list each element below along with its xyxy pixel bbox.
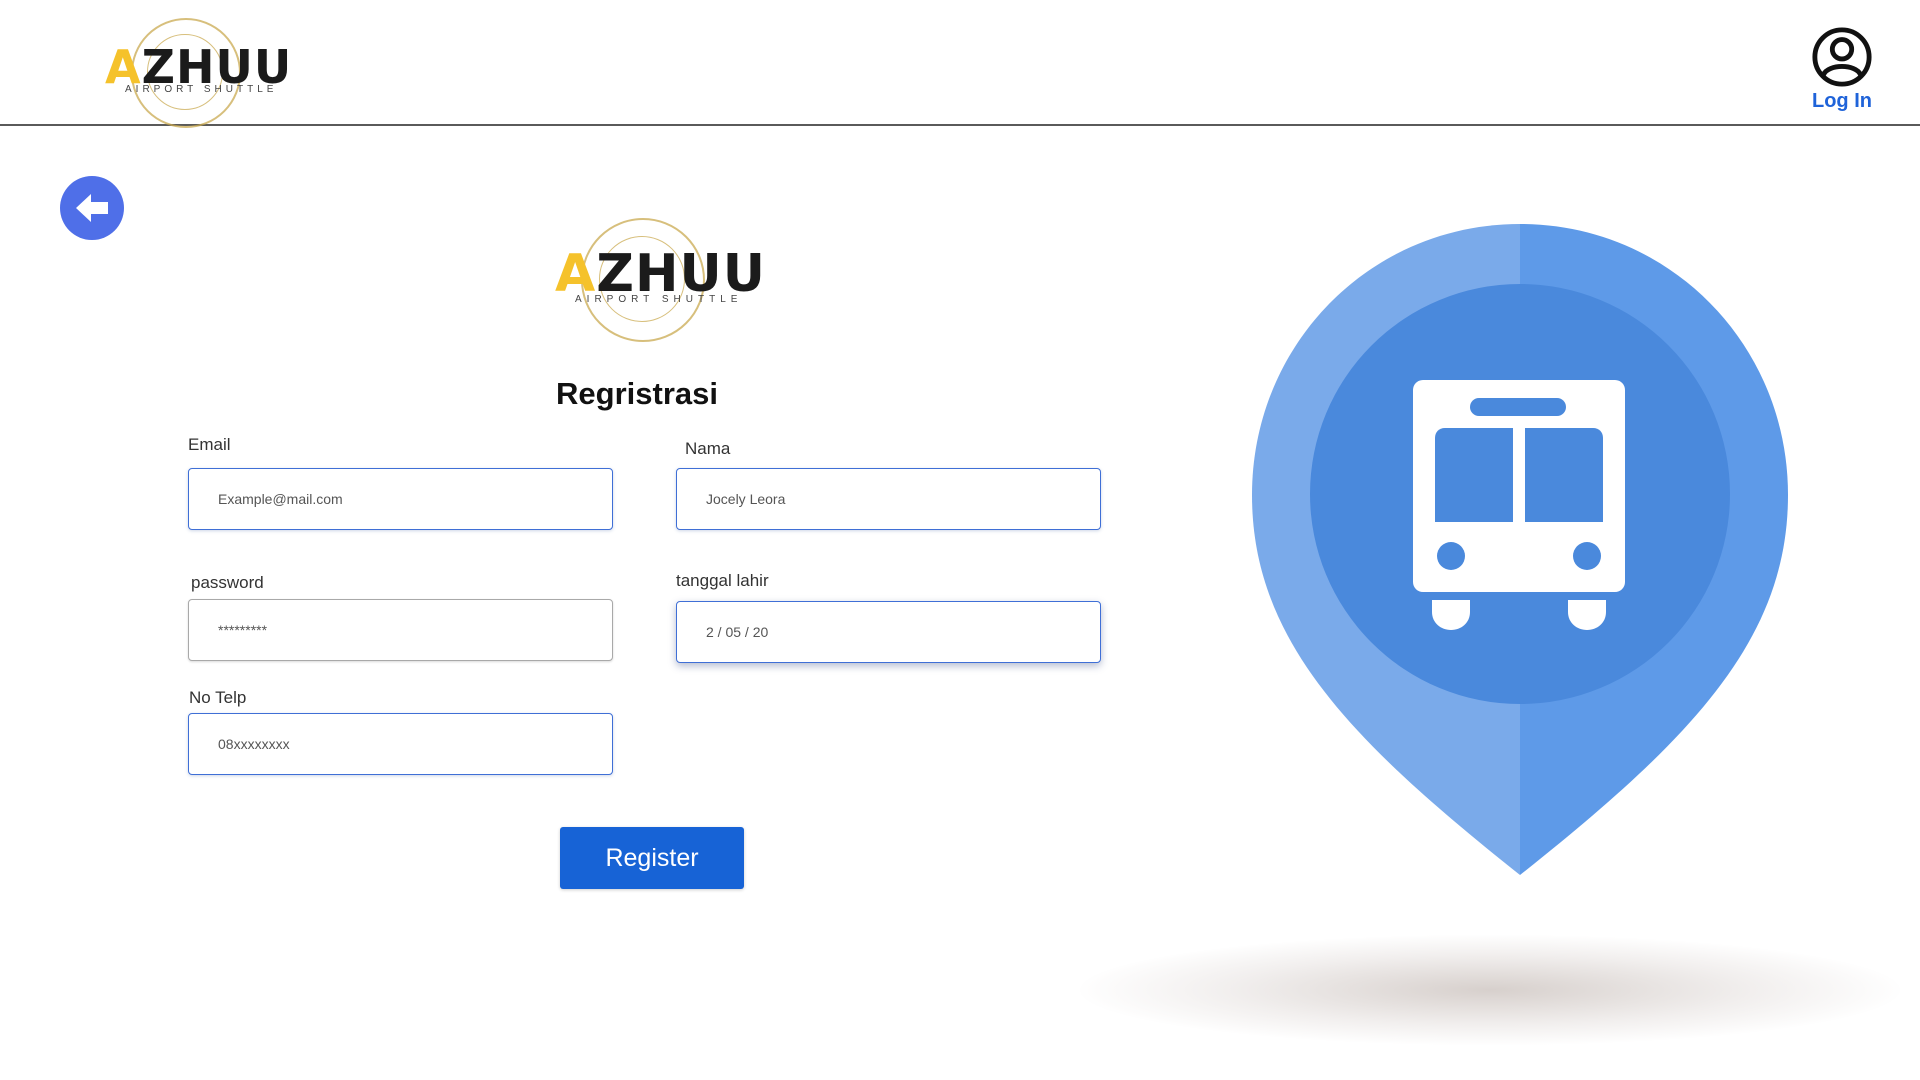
email-value: Example@mail.com xyxy=(218,491,343,507)
password-value: ********* xyxy=(218,622,268,638)
back-button[interactable] xyxy=(60,176,124,240)
nama-value: Jocely Leora xyxy=(706,491,786,507)
brand-logo[interactable]: AZHUU AIRPORT SHUTTLE xyxy=(105,16,291,131)
pin-shadow xyxy=(1080,935,1900,1045)
bus-location-pin-icon xyxy=(1252,224,1788,875)
no-telp-value: 08xxxxxxxx xyxy=(218,736,290,752)
no-telp-label: No Telp xyxy=(189,688,247,707)
nama-label: Nama xyxy=(685,439,731,458)
email-field[interactable]: Example@mail.com xyxy=(188,468,613,530)
no-telp-field[interactable]: 08xxxxxxxx xyxy=(188,713,613,775)
email-label: Email xyxy=(188,435,231,454)
nama-field[interactable]: Jocely Leora xyxy=(676,468,1101,530)
tanggal-lahir-value: 2 / 05 / 20 xyxy=(706,624,769,640)
tanggal-lahir-field[interactable]: 2 / 05 / 20 xyxy=(676,601,1101,663)
login-label: Log In xyxy=(1812,90,1872,112)
register-button[interactable]: Register xyxy=(560,827,744,889)
top-navbar: AZHUU AIRPORT SHUTTLE Log In xyxy=(0,0,1920,128)
logo-tagline: AIRPORT SHUTTLE xyxy=(125,84,278,95)
user-circle-icon xyxy=(1812,27,1872,87)
password-label: password xyxy=(191,573,264,592)
password-field[interactable]: ********* xyxy=(188,599,613,661)
form-title: Regristrasi xyxy=(556,376,718,411)
form-logo: AZHUU AIRPORT SHUTTLE xyxy=(555,218,765,344)
tanggal-lahir-label: tanggal lahir xyxy=(676,571,769,590)
logo-tagline: AIRPORT SHUTTLE xyxy=(575,294,743,305)
arrow-left-icon xyxy=(76,194,108,222)
login-button[interactable]: Log In xyxy=(1800,26,1884,116)
